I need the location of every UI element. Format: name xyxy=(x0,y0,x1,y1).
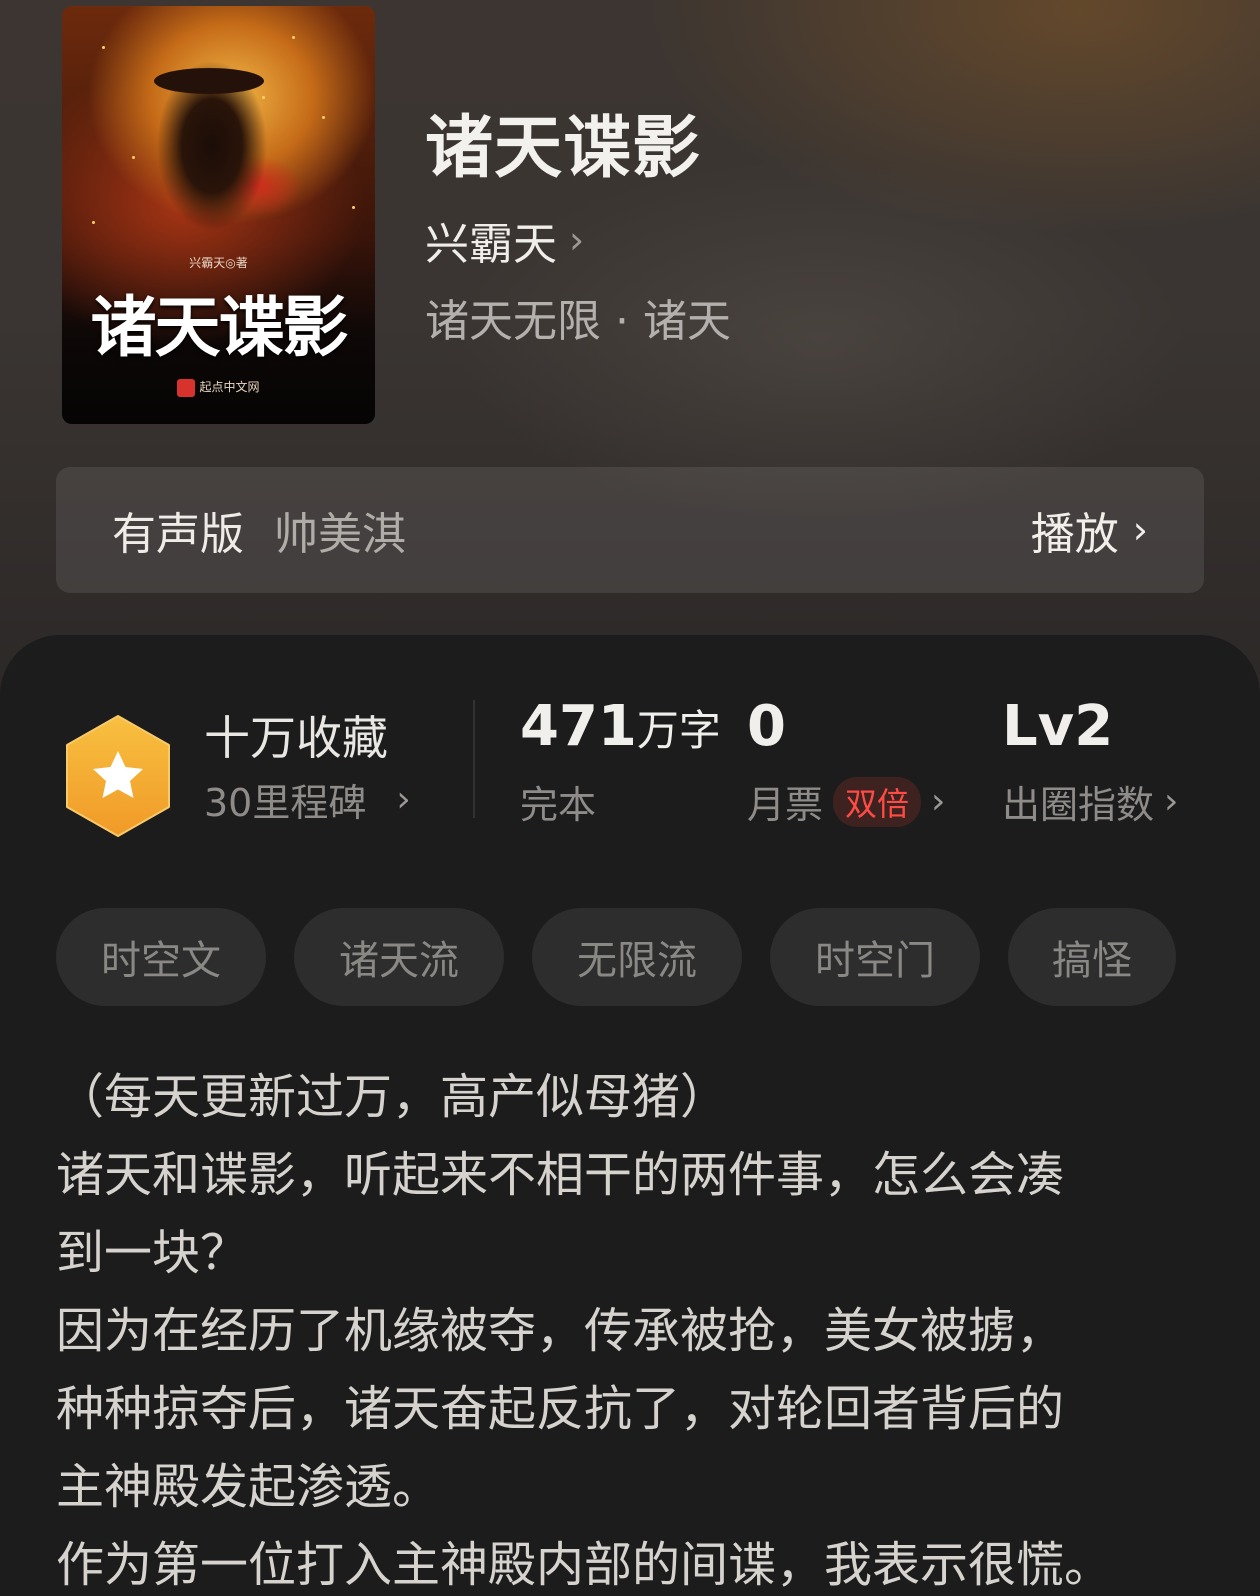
collection-milestone-link[interactable]: 30里程碑 › xyxy=(204,772,411,827)
audio-version-bar[interactable]: 有声版 帅美淇 播放 › xyxy=(56,467,1204,593)
cover-spark xyxy=(102,46,105,49)
synopsis-line: 作为第一位打入主神殿内部的间谍，我表示很慌。 xyxy=(56,1537,1113,1593)
publisher-logo-icon xyxy=(177,378,196,397)
synopsis-line: 到一块？ xyxy=(56,1225,249,1281)
collection-title: 十万收藏 xyxy=(204,711,388,765)
cover-author: 兴霸天◎著 xyxy=(189,256,248,270)
chevron-right-icon: › xyxy=(931,781,946,822)
stats-row: 十万收藏 30里程碑 › 471万字 完本 0 月票 双倍 › Lv2 出圈指数… xyxy=(0,694,1260,850)
monthly-ticket-label: 月票 xyxy=(747,783,824,827)
tag-chip[interactable]: 无限流 xyxy=(532,908,742,1006)
book-category: 诸天无限 · 诸天 xyxy=(425,296,731,347)
play-button[interactable]: 播放 › xyxy=(1031,498,1148,562)
play-label: 播放 xyxy=(1030,509,1119,560)
stats-divider xyxy=(473,700,475,818)
word-count-value: 471 xyxy=(520,694,637,759)
tag-chip[interactable]: 搞怪 xyxy=(1008,908,1176,1006)
word-count: 471万字 xyxy=(520,694,721,759)
collection-milestone: 30里程碑 xyxy=(204,781,367,825)
synopsis-line: 诸天和谍影，听起来不相干的两件事，怎么会凑 xyxy=(56,1147,1065,1203)
book-cover[interactable]: 兴霸天◎著 诸天谍影 起点中文网 xyxy=(62,6,375,424)
monthly-ticket-count: 0 xyxy=(747,694,786,759)
cover-spark xyxy=(92,221,95,224)
synopsis-line: 主神殿发起渗透。 xyxy=(56,1459,441,1515)
circle-level: Lv2 xyxy=(1002,694,1114,759)
synopsis-line: 种种掠夺后，诸天奋起反抗了，对轮回者背后的 xyxy=(56,1381,1065,1437)
cover-spark xyxy=(352,206,355,209)
book-status: 完本 xyxy=(520,783,597,827)
synopsis-line: （每天更新过万，高产似母猪） xyxy=(56,1069,729,1125)
synopsis-line: 因为在经历了机缘被夺，传承被抢，美女被掳， xyxy=(56,1303,1065,1359)
cover-spark xyxy=(262,96,265,99)
tag-chip[interactable]: 时空文 xyxy=(56,908,266,1006)
cover-title: 诸天谍影 xyxy=(90,288,349,366)
chevron-right-icon: › xyxy=(569,218,585,262)
book-detail-page: 兴霸天◎著 诸天谍影 起点中文网 诸天谍影 兴霸天 › 诸天无限 · 诸天 有声… xyxy=(0,0,1260,1596)
word-count-unit: 万字 xyxy=(636,706,721,755)
cover-publisher-text: 起点中文网 xyxy=(199,380,260,394)
chevron-right-icon: › xyxy=(396,779,411,820)
circle-index-label: 出圈指数 xyxy=(1002,783,1155,827)
audio-label: 有声版 xyxy=(112,509,244,560)
chevron-right-icon: › xyxy=(1132,508,1148,552)
cover-spark xyxy=(322,116,325,119)
circle-index-link[interactable]: 出圈指数 › xyxy=(1002,774,1178,829)
author-link[interactable]: 兴霸天 › xyxy=(425,208,584,272)
book-synopsis[interactable]: （每天更新过万，高产似母猪） 诸天和谍影，听起来不相干的两件事，怎么会凑 到一块… xyxy=(56,1058,1236,1596)
chevron-right-icon: › xyxy=(1164,781,1179,822)
monthly-ticket-link[interactable]: 月票 双倍 › xyxy=(747,774,945,829)
tag-list: 时空文 诸天流 无限流 时空门 搞怪 xyxy=(56,908,1176,1006)
cover-spark xyxy=(132,156,135,159)
tag-chip[interactable]: 时空门 xyxy=(770,908,980,1006)
audio-narrator: 帅美淇 xyxy=(274,509,406,560)
cover-spark xyxy=(292,36,295,39)
book-title: 诸天谍影 xyxy=(425,108,702,188)
cover-hat xyxy=(154,68,264,94)
star-badge-icon xyxy=(66,715,170,837)
cover-publisher: 起点中文网 xyxy=(62,378,375,397)
tag-chip[interactable]: 诸天流 xyxy=(294,908,504,1006)
author-name: 兴霸天 xyxy=(425,219,557,270)
double-ticket-badge: 双倍 xyxy=(833,776,922,827)
